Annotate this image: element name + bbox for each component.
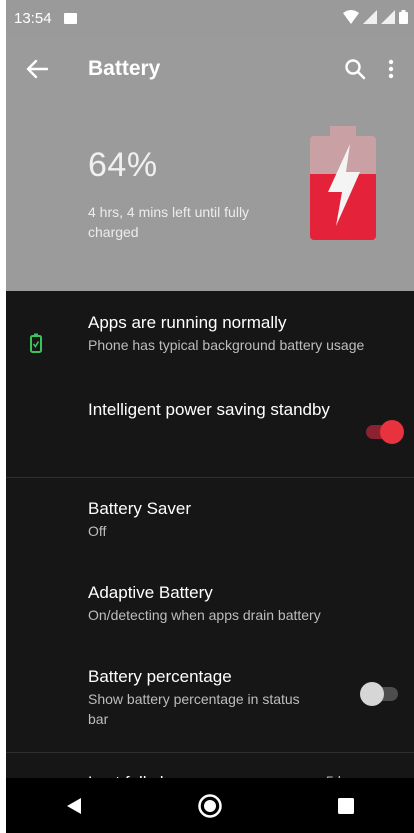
battery-header: Battery 64% 4 hrs, 4 mins left until ful… (6, 36, 414, 291)
battery-status-icon (399, 10, 408, 24)
item-title: Battery Saver (88, 499, 191, 518)
battery-settings-list: Apps are running normally Phone has typi… (6, 291, 414, 813)
battery-check-icon (30, 333, 42, 353)
status-bar: 13:54 (6, 0, 414, 36)
image-notification-icon (63, 12, 77, 24)
battery-charging-icon (310, 126, 376, 240)
navigation-bar (6, 778, 414, 833)
list-item-apps-status[interactable]: Apps are running normally Phone has typi… (6, 291, 414, 389)
back-arrow-icon (26, 59, 48, 79)
nav-back-button[interactable] (44, 786, 104, 826)
list-item-battery-percentage[interactable]: Battery percentage Show battery percenta… (6, 646, 414, 752)
search-icon (345, 59, 366, 80)
list-item-intelligent-standby[interactable]: Intelligent power saving standby (6, 389, 414, 477)
list-item-adaptive-battery[interactable]: Adaptive Battery On/detecting when apps … (6, 562, 414, 646)
signal-icon (363, 10, 377, 24)
nav-home-button[interactable] (180, 786, 240, 826)
item-subtitle: Phone has typical background battery usa… (88, 337, 365, 353)
item-title: Battery percentage (88, 667, 232, 686)
status-icons (343, 10, 408, 24)
nav-recents-button[interactable] (316, 786, 376, 826)
item-title: Adaptive Battery (88, 583, 213, 602)
battery-percentage: 64% (88, 146, 158, 184)
item-title: Apps are running normally (88, 313, 287, 332)
more-vert-icon (388, 59, 394, 79)
item-subtitle: On/detecting when apps drain battery (88, 607, 321, 623)
item-title: Intelligent power saving standby (88, 400, 330, 419)
item-subtitle: Show battery percentage in status bar (88, 691, 300, 727)
item-subtitle: Off (88, 523, 107, 539)
back-button[interactable] (20, 54, 54, 84)
nav-home-icon (198, 793, 222, 818)
nav-recents-icon (338, 797, 354, 814)
signal-icon (381, 10, 395, 24)
status-time: 13:54 (14, 9, 52, 27)
page-title: Battery (88, 57, 161, 80)
toggle-knob (380, 420, 404, 444)
battery-percentage-toggle[interactable] (360, 682, 398, 706)
search-button[interactable] (340, 54, 370, 84)
battery-time-left: 4 hrs, 4 mins left until fully charged (88, 204, 250, 240)
intelligent-standby-toggle[interactable] (366, 420, 404, 444)
more-options-button[interactable] (376, 54, 406, 84)
list-item-battery-saver[interactable]: Battery Saver Off (6, 478, 414, 562)
toggle-knob (360, 682, 384, 706)
wifi-icon (343, 10, 359, 24)
nav-back-icon (67, 797, 81, 814)
